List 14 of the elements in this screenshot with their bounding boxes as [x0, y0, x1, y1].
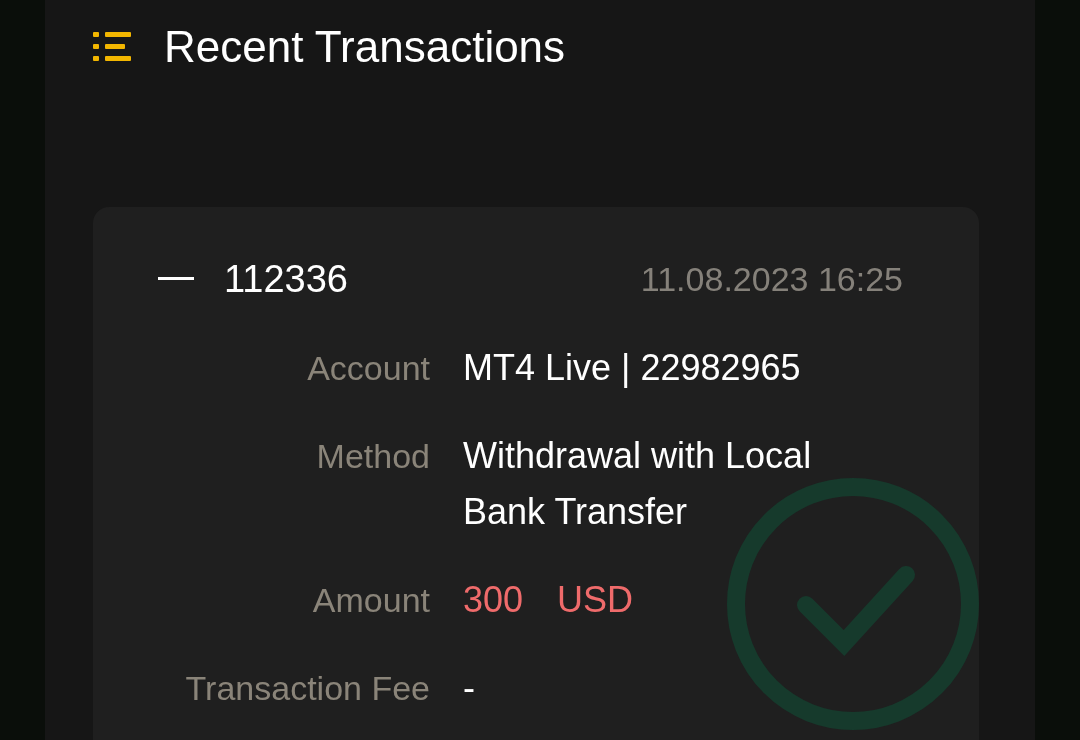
field-label: Account: [307, 348, 430, 389]
field-value: Withdrawal with Local Bank Transfer: [463, 434, 813, 534]
amount-value: 300: [463, 579, 524, 620]
field-label: Method: [316, 436, 430, 477]
list-icon[interactable]: [93, 32, 131, 62]
amount-currency: USD: [557, 579, 634, 620]
field-label: Transaction Fee: [185, 668, 430, 709]
minus-icon[interactable]: [158, 277, 194, 281]
transaction-id: 112336: [224, 257, 348, 301]
field-label: Amount: [312, 580, 430, 621]
transaction-date: 11.08.2023 16:25: [640, 259, 903, 299]
page-title: Recent Transactions: [164, 22, 566, 72]
field-value: -: [463, 666, 475, 710]
field-value: MT4 Live | 22982965: [463, 346, 801, 390]
